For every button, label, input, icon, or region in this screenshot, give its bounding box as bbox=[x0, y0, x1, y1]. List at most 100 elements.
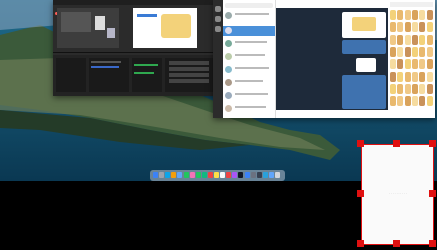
sticker-item[interactable] bbox=[404, 34, 411, 45]
sticker-item[interactable] bbox=[426, 34, 433, 45]
message-image[interactable] bbox=[356, 58, 376, 72]
sticker-item[interactable] bbox=[390, 71, 396, 82]
sticker-item[interactable] bbox=[397, 22, 404, 33]
sticker-item[interactable] bbox=[404, 59, 411, 70]
resize-handle-right[interactable] bbox=[429, 190, 436, 197]
sticker-item[interactable] bbox=[419, 71, 426, 82]
sticker-item[interactable] bbox=[426, 59, 433, 70]
resize-handle-top[interactable] bbox=[393, 140, 400, 147]
avatar[interactable] bbox=[225, 92, 232, 99]
messages-icon[interactable] bbox=[195, 172, 201, 178]
folder-icon[interactable] bbox=[215, 26, 221, 32]
sticker-item[interactable] bbox=[419, 59, 426, 70]
facetime-icon[interactable] bbox=[201, 172, 207, 178]
scenes-dock[interactable] bbox=[56, 58, 86, 92]
sticker-item[interactable] bbox=[426, 22, 433, 33]
settings-icon[interactable] bbox=[250, 172, 256, 178]
sticker-item[interactable] bbox=[426, 71, 433, 82]
sticker-item[interactable] bbox=[426, 10, 433, 20]
sticker-item[interactable] bbox=[404, 46, 411, 57]
trash-icon[interactable] bbox=[275, 172, 280, 178]
start-recording-button[interactable] bbox=[169, 67, 209, 71]
resize-handle-top-right[interactable] bbox=[429, 140, 436, 147]
sticker-item[interactable] bbox=[411, 34, 418, 45]
sticker-item[interactable] bbox=[390, 96, 396, 107]
resize-handle-bottom-left[interactable] bbox=[357, 240, 364, 247]
calendar-icon[interactable] bbox=[207, 172, 213, 178]
resize-handle-top-left[interactable] bbox=[357, 140, 364, 147]
sticker-item[interactable] bbox=[390, 10, 396, 20]
message-input[interactable] bbox=[276, 110, 388, 118]
tv-icon[interactable] bbox=[238, 172, 244, 178]
avatar[interactable] bbox=[225, 79, 232, 86]
sticker-tabs[interactable] bbox=[390, 2, 433, 7]
studio-mode-button[interactable] bbox=[169, 73, 209, 77]
sticker-item[interactable] bbox=[411, 22, 418, 33]
avatar[interactable] bbox=[225, 66, 232, 73]
mail-icon[interactable] bbox=[177, 172, 183, 178]
mixer-dock[interactable] bbox=[132, 58, 162, 92]
sticker-item[interactable] bbox=[426, 83, 433, 94]
sticker-item[interactable] bbox=[397, 83, 404, 94]
obs-preview-left[interactable] bbox=[57, 8, 119, 48]
sticker-item[interactable] bbox=[404, 10, 411, 20]
sticker-item[interactable] bbox=[390, 22, 396, 33]
reminders-icon[interactable] bbox=[220, 172, 226, 178]
source-row[interactable] bbox=[91, 66, 119, 68]
source-row[interactable] bbox=[91, 61, 121, 63]
resize-handle-bottom[interactable] bbox=[393, 240, 400, 247]
resize-handle-left[interactable] bbox=[357, 190, 364, 197]
obs-icon[interactable] bbox=[256, 172, 262, 178]
sticker-item[interactable] bbox=[404, 83, 411, 94]
photos-icon[interactable] bbox=[189, 172, 195, 178]
message-image[interactable] bbox=[342, 12, 386, 38]
folder-icon[interactable] bbox=[215, 16, 221, 22]
obs-preview-right[interactable] bbox=[133, 8, 197, 48]
selected-window[interactable]: · · · · · · · · · · bbox=[361, 144, 434, 245]
sticker-item[interactable] bbox=[419, 22, 426, 33]
sticker-item[interactable] bbox=[397, 34, 404, 45]
resize-handle-bottom-right[interactable] bbox=[429, 240, 436, 247]
sticker-item[interactable] bbox=[426, 46, 433, 57]
sticker-item[interactable] bbox=[411, 10, 418, 20]
notes-icon[interactable] bbox=[214, 172, 219, 178]
sources-dock[interactable] bbox=[89, 58, 129, 92]
telegram-window[interactable] bbox=[213, 0, 435, 118]
safari-icon[interactable] bbox=[165, 172, 171, 178]
sticker-item[interactable] bbox=[419, 83, 426, 94]
sticker-item[interactable] bbox=[411, 71, 418, 82]
telegram-icon[interactable] bbox=[262, 172, 268, 178]
launchpad-icon[interactable] bbox=[159, 172, 165, 178]
settings-button[interactable] bbox=[169, 79, 209, 83]
avatar[interactable] bbox=[225, 40, 232, 47]
sticker-item[interactable] bbox=[397, 59, 404, 70]
sticker-item[interactable] bbox=[411, 59, 418, 70]
sticker-item[interactable] bbox=[411, 83, 418, 94]
sticker-item[interactable] bbox=[397, 10, 404, 20]
sticker-item[interactable] bbox=[390, 34, 396, 45]
avatar[interactable] bbox=[225, 105, 232, 112]
sticker-item[interactable] bbox=[419, 34, 426, 45]
sticker-item[interactable] bbox=[404, 22, 411, 33]
sticker-item[interactable] bbox=[411, 46, 418, 57]
sticker-item[interactable] bbox=[419, 46, 426, 57]
avatar[interactable] bbox=[225, 27, 232, 34]
maps-icon[interactable] bbox=[183, 172, 189, 178]
sticker-item[interactable] bbox=[390, 83, 396, 94]
sticker-item[interactable] bbox=[426, 96, 433, 107]
menu-icon[interactable] bbox=[215, 6, 221, 12]
sticker-item[interactable] bbox=[419, 96, 426, 107]
music-icon[interactable] bbox=[226, 172, 232, 178]
obs-window[interactable] bbox=[53, 0, 219, 96]
sticker-item[interactable] bbox=[404, 96, 411, 107]
sticker-item[interactable] bbox=[390, 46, 396, 57]
start-streaming-button[interactable] bbox=[169, 61, 209, 65]
sticker-item[interactable] bbox=[397, 46, 404, 57]
message-bubble[interactable] bbox=[342, 40, 386, 54]
sticker-item[interactable] bbox=[419, 10, 426, 20]
message-bubble[interactable] bbox=[342, 75, 386, 109]
sticker-item[interactable] bbox=[404, 71, 411, 82]
chrome-icon[interactable] bbox=[171, 172, 177, 178]
podcasts-icon[interactable] bbox=[232, 172, 238, 178]
sticker-item[interactable] bbox=[411, 96, 418, 107]
